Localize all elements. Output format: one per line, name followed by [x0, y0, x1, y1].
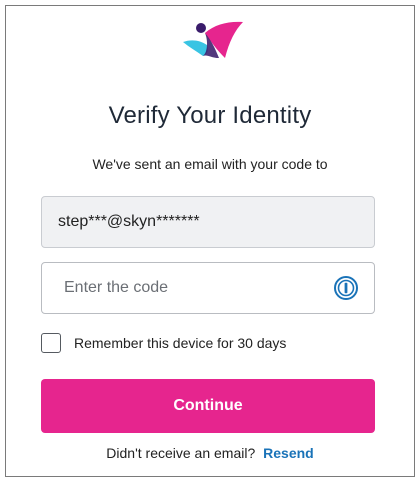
page-title: Verify Your Identity: [108, 102, 312, 129]
verify-card: Verify Your Identity We've sent an email…: [5, 5, 415, 477]
brand-logo-icon: [183, 21, 243, 58]
page-subtitle: We've sent an email with your code to: [92, 156, 328, 172]
remember-device-checkbox[interactable]: [41, 333, 61, 353]
resend-row: Didn't receive an email? Resend: [6, 445, 414, 461]
code-input[interactable]: [42, 263, 332, 313]
masked-email-value: step***@skyn*******: [58, 213, 200, 230]
code-field: [41, 262, 375, 314]
resend-link[interactable]: Resend: [263, 445, 314, 461]
resend-prompt: Didn't receive an email?: [106, 445, 256, 461]
password-manager-icon[interactable]: [334, 276, 358, 300]
remember-device-label[interactable]: Remember this device for 30 days: [74, 335, 286, 351]
remember-device-row: Remember this device for 30 days: [41, 333, 286, 353]
continue-button[interactable]: Continue: [41, 379, 375, 433]
masked-email-field: step***@skyn*******: [41, 196, 375, 248]
